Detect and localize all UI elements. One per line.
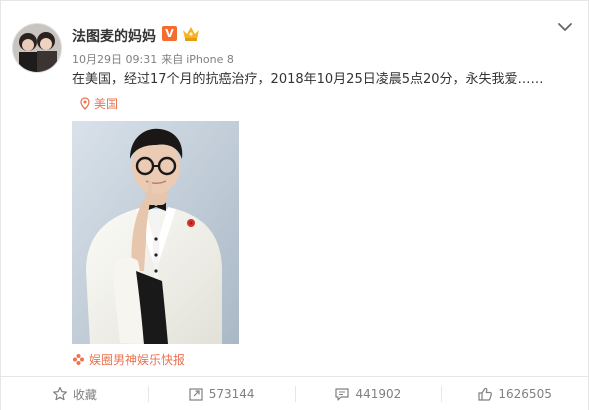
like-button[interactable]: 1626505 [441,377,588,410]
source-account-name: 娱圈男神娱乐快报 [89,352,186,367]
repost-icon [189,388,203,401]
avatar[interactable] [12,23,62,73]
favorite-label: 收藏 [72,387,97,402]
chevron-down-icon[interactable] [557,21,573,33]
comment-icon [335,388,350,401]
star-icon [52,386,67,401]
source-account[interactable]: 娱圈男神娱乐快报 [72,351,185,367]
post-photo-image [72,121,239,344]
source-prefix: 来自 [161,53,184,66]
verified-v-badge[interactable]: V [162,26,177,41]
comment-button[interactable]: 441902 [294,377,442,410]
thumbs-up-icon [478,387,493,401]
repost-button[interactable]: 573144 [147,377,295,410]
post-time[interactable]: 10月29日 09:31 [72,53,157,66]
like-count: 1626505 [498,387,552,401]
location-label: 美国 [94,96,119,111]
crown-member-icon[interactable] [181,25,201,42]
favorite-button[interactable]: 收藏 [1,377,148,410]
post-text: 在美国，经过17个月的抗癌治疗，2018年10月25日凌晨5点20分，永失我爱…… [72,72,544,87]
action-bar: 收藏 573144 441902 1626505 [1,376,588,410]
post-photo[interactable] [72,121,239,344]
post-device[interactable]: iPhone 8 [186,53,234,66]
weibo-post-card: 法图麦的妈妈 V 10月29日 09:31 来自 iPhone 8 在美国，经过17… [0,0,589,410]
username[interactable]: 法图麦的妈妈 [72,26,156,46]
location-tag[interactable]: 美国 [80,94,118,112]
flower-icon [73,353,84,365]
post-meta: 10月29日 09:31 来自 iPhone 8 [72,51,234,67]
comment-count: 441902 [355,387,402,401]
repost-count: 573144 [208,387,255,401]
avatar-image [13,24,61,72]
location-pin-icon [80,96,90,110]
